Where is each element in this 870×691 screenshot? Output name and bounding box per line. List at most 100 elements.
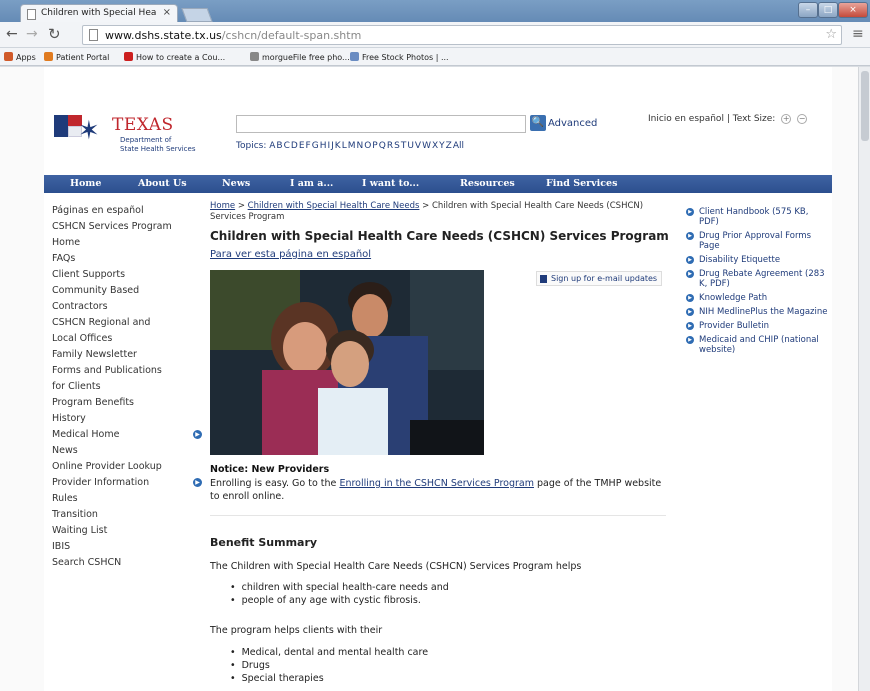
dshs-logo[interactable]: ✶ TEXAS Department of State Health Servi…: [54, 109, 204, 159]
topic-letter-link[interactable]: L: [342, 141, 347, 151]
topic-letter-link[interactable]: K: [335, 141, 341, 151]
enrolling-link[interactable]: Enrolling in the CSHCN Services Program: [339, 478, 534, 489]
related-link[interactable]: ▶ Provider Bulletin: [686, 321, 828, 331]
leftnav-item[interactable]: CSHCN Regional and Local Offices: [52, 315, 192, 347]
topic-letter-link[interactable]: All: [453, 141, 464, 151]
leftnav-item[interactable]: Program Benefits: [52, 395, 192, 411]
mainnav-item[interactable]: Resources: [460, 178, 515, 189]
site-search-input[interactable]: [236, 115, 526, 133]
related-link[interactable]: ▶ Drug Rebate Agreement (283 K, PDF): [686, 269, 828, 289]
close-tab-icon[interactable]: ×: [163, 7, 171, 18]
leftnav-label: Client Supports: [52, 269, 126, 280]
topic-letter-link[interactable]: N: [356, 141, 363, 151]
leftnav-item[interactable]: FAQs: [52, 251, 192, 267]
bookmark-item[interactable]: Apps: [4, 52, 36, 62]
related-link[interactable]: ▶ Drug Prior Approval Forms Page: [686, 231, 828, 251]
leftnav-item[interactable]: Medical Home ▶: [52, 427, 202, 443]
topic-letter-link[interactable]: A: [269, 141, 275, 151]
topic-letter-link[interactable]: U: [407, 141, 414, 151]
bookmark-item[interactable]: Free Stock Photos | ...: [350, 52, 449, 62]
chevron-right-icon[interactable]: ▶: [193, 478, 202, 487]
leftnav-item[interactable]: IBIS: [52, 539, 192, 555]
globe-icon: [44, 52, 53, 61]
topic-letter-link[interactable]: M: [348, 141, 356, 151]
leftnav-item[interactable]: Client Supports: [52, 267, 192, 283]
breadcrumb-cshcn[interactable]: Children with Special Health Care Needs: [248, 201, 420, 211]
mainnav-item[interactable]: About Us: [138, 178, 187, 189]
topic-letter-link[interactable]: G: [312, 141, 319, 151]
topic-letter-link[interactable]: D: [291, 141, 298, 151]
text-size-increase-button[interactable]: +: [781, 114, 792, 124]
topic-letter-link[interactable]: Q: [379, 141, 386, 151]
leftnav-item[interactable]: Search CSHCN: [52, 555, 192, 571]
leftnav-item[interactable]: Waiting List: [52, 523, 192, 539]
leftnav-item[interactable]: History: [52, 411, 192, 427]
related-link[interactable]: ▶ Knowledge Path: [686, 293, 828, 303]
advanced-search-link[interactable]: Advanced: [548, 118, 597, 129]
maximize-button[interactable]: □: [818, 2, 838, 18]
topic-letter-link[interactable]: R: [387, 141, 393, 151]
topic-letter-link[interactable]: H: [320, 141, 327, 151]
topic-letter-link[interactable]: X: [432, 141, 438, 151]
leftnav-item[interactable]: Online Provider Lookup: [52, 459, 192, 475]
forward-arrow-icon[interactable]: →: [26, 26, 38, 42]
bookmark-item[interactable]: Patient Portal: [44, 52, 109, 62]
search-icon[interactable]: 🔍: [530, 115, 546, 131]
related-link[interactable]: ▶ NIH MedlinePlus the Magazine: [686, 307, 828, 317]
bookmark-item[interactable]: How to create a Cou...: [124, 52, 225, 62]
close-window-button[interactable]: ×: [838, 2, 868, 18]
mainnav-item[interactable]: News: [222, 178, 250, 189]
related-link[interactable]: ▶ Medicaid and CHIP (national website): [686, 335, 828, 355]
related-link[interactable]: ▶ Disability Etiquette: [686, 255, 828, 265]
browser-tab[interactable]: Children with Special Hea ×: [20, 4, 178, 23]
minimize-button[interactable]: –: [798, 2, 818, 18]
topic-letter-link[interactable]: J: [331, 141, 334, 151]
leftnav-item[interactable]: Community Based Contractors: [52, 283, 192, 315]
leftnav-item[interactable]: CSHCN Services Program Home: [52, 219, 192, 251]
mainnav-item[interactable]: Home: [70, 178, 101, 189]
chevron-right-icon[interactable]: ▶: [193, 430, 202, 439]
breadcrumb-home[interactable]: Home: [210, 201, 235, 211]
mainnav-item[interactable]: I am a...: [290, 178, 333, 189]
text-size-decrease-button[interactable]: −: [797, 114, 808, 124]
menu-icon[interactable]: ≡: [852, 26, 864, 42]
bookmark-item[interactable]: morgueFile free pho...: [250, 52, 350, 62]
scroll-thumb[interactable]: [861, 71, 869, 141]
notice-text: Enrolling is easy. Go to the Enrolling i…: [210, 477, 672, 503]
back-arrow-icon[interactable]: ←: [6, 26, 18, 42]
new-tab-button[interactable]: [181, 8, 213, 22]
topic-letter-link[interactable]: S: [394, 141, 400, 151]
leftnav-item[interactable]: Páginas en español: [52, 203, 192, 219]
topic-letter-link[interactable]: E: [299, 141, 305, 151]
leftnav-item[interactable]: Family Newsletter: [52, 347, 192, 363]
reload-icon[interactable]: ↻: [48, 25, 61, 43]
flag-blue-icon: [54, 115, 68, 137]
topic-letter-link[interactable]: C: [284, 141, 290, 151]
topic-letter-link[interactable]: B: [276, 141, 282, 151]
leftnav-item[interactable]: News: [52, 443, 192, 459]
vertical-scrollbar[interactable]: [858, 67, 870, 691]
topic-letter-link[interactable]: F: [306, 141, 311, 151]
topic-letter-link[interactable]: V: [415, 141, 421, 151]
mainnav-item[interactable]: Find Services: [546, 178, 617, 189]
topic-letter-link[interactable]: W: [422, 141, 431, 151]
topic-letter-link[interactable]: Z: [446, 141, 452, 151]
spanish-page-link[interactable]: Para ver esta página en español: [210, 249, 371, 260]
topic-letter-link[interactable]: Y: [439, 141, 445, 151]
leftnav-item[interactable]: Rules: [52, 491, 192, 507]
leftnav-item[interactable]: Forms and Publications for Clients: [52, 363, 192, 395]
topics-az: Topics: ABCDEFGHIJKLMNOPQRSTUVWXYZAll: [236, 141, 465, 151]
list-item: Special therapies: [230, 672, 428, 685]
spanish-home-link[interactable]: Inicio en español: [648, 114, 724, 124]
related-link[interactable]: ▶ Client Handbook (575 KB, PDF): [686, 207, 828, 227]
leftnav-item[interactable]: Provider Information ▶: [52, 475, 202, 491]
topic-letter-link[interactable]: I: [327, 141, 330, 151]
topic-letter-link[interactable]: T: [401, 141, 407, 151]
leftnav-item[interactable]: Transition: [52, 507, 192, 523]
topic-letter-link[interactable]: O: [364, 141, 371, 151]
topic-letter-link[interactable]: P: [372, 141, 377, 151]
email-signup-button[interactable]: Sign up for e-mail updates: [536, 271, 662, 286]
bookmark-star-icon[interactable]: ☆: [825, 27, 837, 42]
address-bar[interactable]: www.dshs.state.tx.us/cshcn/default-span.…: [82, 25, 842, 45]
mainnav-item[interactable]: I want to...: [362, 178, 419, 189]
